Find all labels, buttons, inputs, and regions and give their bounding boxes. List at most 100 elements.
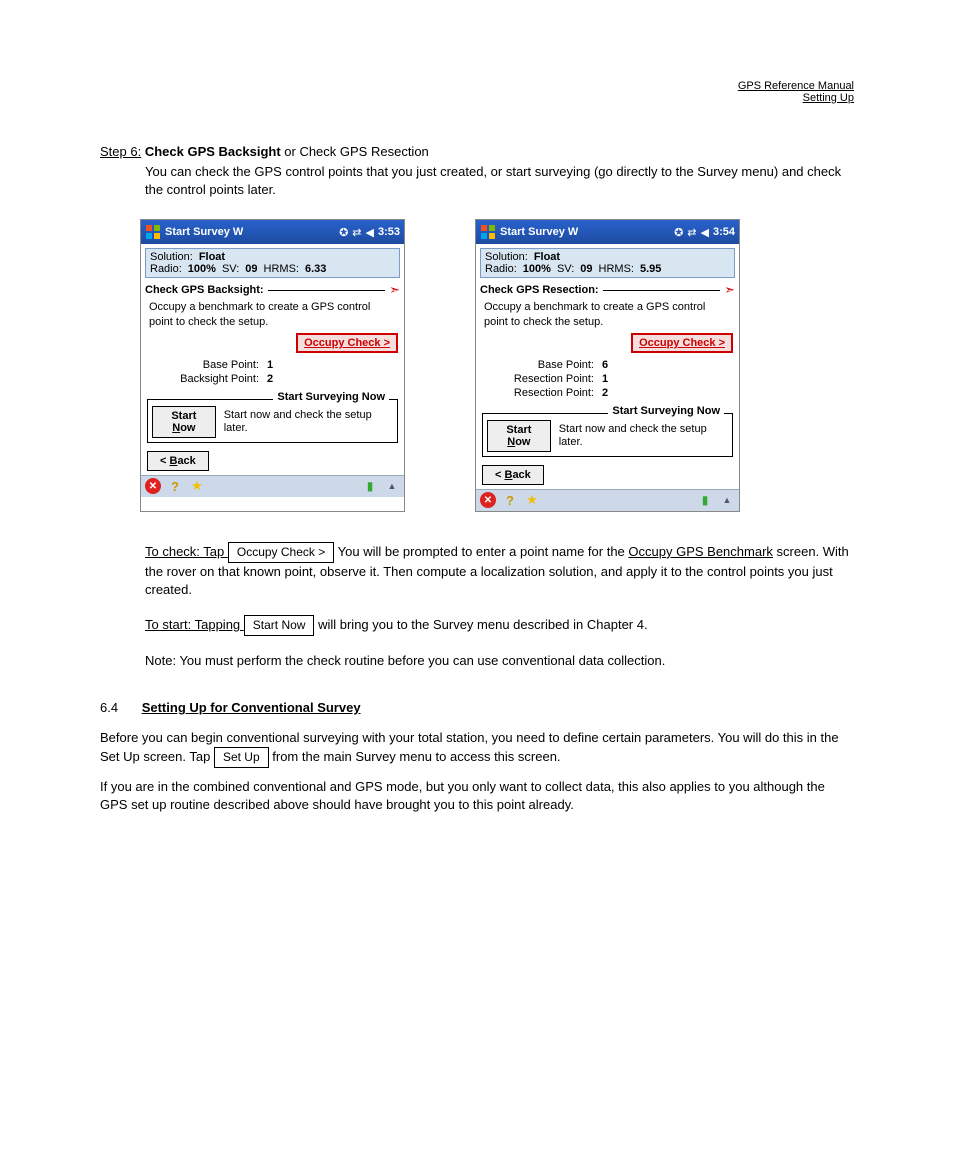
windows-logo-icon	[145, 224, 161, 240]
windows-logo-icon	[480, 224, 496, 240]
point-label: Resection Point:	[484, 387, 594, 399]
hrms-value: 5.95	[640, 263, 661, 275]
close-icon[interactable]: ✕	[145, 478, 161, 494]
sip-icon[interactable]: ▲	[719, 492, 735, 508]
step-6-heading: Step 6: Check GPS Backsight or Check GPS…	[100, 144, 854, 159]
instruction-text: Occupy a benchmark to create a GPS contr…	[141, 298, 404, 331]
to-start-para: To start: Tapping Start Now will bring y…	[145, 615, 854, 636]
clock: 3:54	[713, 226, 735, 238]
start-now-button[interactable]: Start Now	[487, 420, 551, 452]
step-6-alt: or Check GPS Resection	[281, 144, 429, 159]
section-header: Check GPS Resection: ➣	[476, 282, 739, 298]
set-up-inline-button: Set Up	[214, 747, 269, 768]
point-label: Backsight Point:	[149, 373, 259, 385]
step-6-title: Check GPS Backsight	[145, 144, 281, 159]
point-label: Resection Point:	[484, 373, 594, 385]
points-list: Base Point: 6 Resection Point: 1 Resecti…	[476, 355, 739, 409]
section-title: Setting Up for Conventional Survey	[142, 700, 361, 715]
sip-icon[interactable]: ▲	[384, 478, 400, 494]
solution-value: Float	[199, 251, 225, 263]
radio-label: Radio:	[150, 263, 182, 275]
points-list: Base Point: 1 Backsight Point: 2	[141, 355, 404, 395]
section-num: 6.4	[100, 700, 118, 715]
star-icon[interactable]: ★	[524, 492, 540, 508]
solution-label: Solution:	[485, 251, 528, 263]
point-value: 2	[602, 387, 608, 399]
hrms-label: HRMS:	[599, 263, 634, 275]
header-line-2: Setting Up	[100, 92, 854, 104]
point-value: 6	[602, 359, 608, 371]
status-panel: Solution: Float Radio: 100% SV: 09 HRMS:…	[145, 248, 400, 278]
occupy-check-button[interactable]: Occupy Check >	[631, 333, 733, 353]
volume-icon: ◀	[366, 226, 374, 239]
window-title: Start Survey W	[500, 226, 670, 238]
point-row: Resection Point: 1	[484, 373, 731, 385]
section-title: Check GPS Backsight:	[145, 284, 264, 296]
radio-label: Radio:	[485, 263, 517, 275]
point-row: Backsight Point: 2	[149, 373, 396, 385]
page-header: GPS Reference Manual Setting Up	[100, 80, 854, 104]
chat-icon: ✪	[339, 226, 348, 239]
screenshots-row: Start Survey W ✪ ⇄ ◀ 3:53 Solution: Floa…	[140, 219, 854, 512]
window-title: Start Survey W	[165, 226, 335, 238]
step-6-label: Step 6:	[100, 144, 141, 159]
help-icon[interactable]: ?	[502, 492, 518, 508]
radio-value: 100%	[188, 263, 216, 275]
section-title: Check GPS Resection:	[480, 284, 599, 296]
start-now-inline-button: Start Now	[244, 615, 315, 636]
sv-label: SV:	[557, 263, 574, 275]
to-start-intro: To start: Tapping	[145, 617, 244, 632]
instruction-text: Occupy a benchmark to create a GPS contr…	[476, 298, 739, 331]
occupy-check-button[interactable]: Occupy Check >	[296, 333, 398, 353]
connectivity-icon: ⇄	[687, 226, 696, 239]
section-6-4-body1: Before you can begin conventional survey…	[100, 729, 854, 768]
point-value: 1	[267, 359, 273, 371]
header-line-1: GPS Reference Manual	[100, 80, 854, 92]
star-icon[interactable]: ★	[189, 478, 205, 494]
connectivity-icon: ⇄	[352, 226, 361, 239]
status-panel: Solution: Float Radio: 100% SV: 09 HRMS:…	[480, 248, 735, 278]
note-text: Note: You must perform the check routine…	[145, 652, 854, 670]
device-right: Start Survey W ✪ ⇄ ◀ 3:54 Solution: Floa…	[475, 219, 740, 512]
help-icon[interactable]: ?	[167, 478, 183, 494]
group-title: Start Surveying Now	[273, 391, 389, 403]
close-icon[interactable]: ✕	[480, 492, 496, 508]
compass-icon: ➣	[724, 282, 735, 298]
section-header: Check GPS Backsight: ➣	[141, 282, 404, 298]
point-row: Base Point: 1	[149, 359, 396, 371]
radio-value: 100%	[523, 263, 551, 275]
back-button[interactable]: < Back	[147, 451, 209, 471]
bottom-toolbar: ✕ ? ★ ▮ ▲	[141, 475, 404, 497]
titlebar: Start Survey W ✪ ⇄ ◀ 3:53	[141, 220, 404, 244]
point-value: 1	[602, 373, 608, 385]
back-button[interactable]: < Back	[482, 465, 544, 485]
solution-value: Float	[534, 251, 560, 263]
hrms-label: HRMS:	[264, 263, 299, 275]
to-check-rest: You will be prompted to enter a point na…	[338, 544, 629, 559]
to-check-intro: To check: Tap	[145, 544, 228, 559]
bottom-toolbar: ✕ ? ★ ▮ ▲	[476, 489, 739, 511]
titlebar: Start Survey W ✪ ⇄ ◀ 3:54	[476, 220, 739, 244]
start-surveying-group: Start Surveying Now Start Now Start now …	[147, 399, 398, 443]
to-start-rest: will bring you to the Survey menu descri…	[318, 617, 648, 632]
occupy-gps-benchmark-link[interactable]: Occupy GPS Benchmark	[628, 544, 773, 559]
solution-label: Solution:	[150, 251, 193, 263]
to-check-para: To check: Tap Occupy Check > You will be…	[145, 542, 854, 599]
point-label: Base Point:	[149, 359, 259, 371]
section-6-4: 6.4 Setting Up for Conventional Survey B…	[100, 700, 854, 814]
point-row: Resection Point: 2	[484, 387, 731, 399]
clock: 3:53	[378, 226, 400, 238]
point-value: 2	[267, 373, 273, 385]
chat-icon: ✪	[674, 226, 683, 239]
compass-icon: ➣	[389, 282, 400, 298]
signal-icon: ▮	[362, 478, 378, 494]
section-6-4-body2: If you are in the combined conventional …	[100, 778, 854, 814]
point-label: Base Point:	[484, 359, 594, 371]
sv-label: SV:	[222, 263, 239, 275]
group-title: Start Surveying Now	[608, 405, 724, 417]
signal-icon: ▮	[697, 492, 713, 508]
start-now-button[interactable]: Start Now	[152, 406, 216, 438]
sv-value: 09	[580, 263, 592, 275]
start-surveying-group: Start Surveying Now Start Now Start now …	[482, 413, 733, 457]
device-left: Start Survey W ✪ ⇄ ◀ 3:53 Solution: Floa…	[140, 219, 405, 512]
